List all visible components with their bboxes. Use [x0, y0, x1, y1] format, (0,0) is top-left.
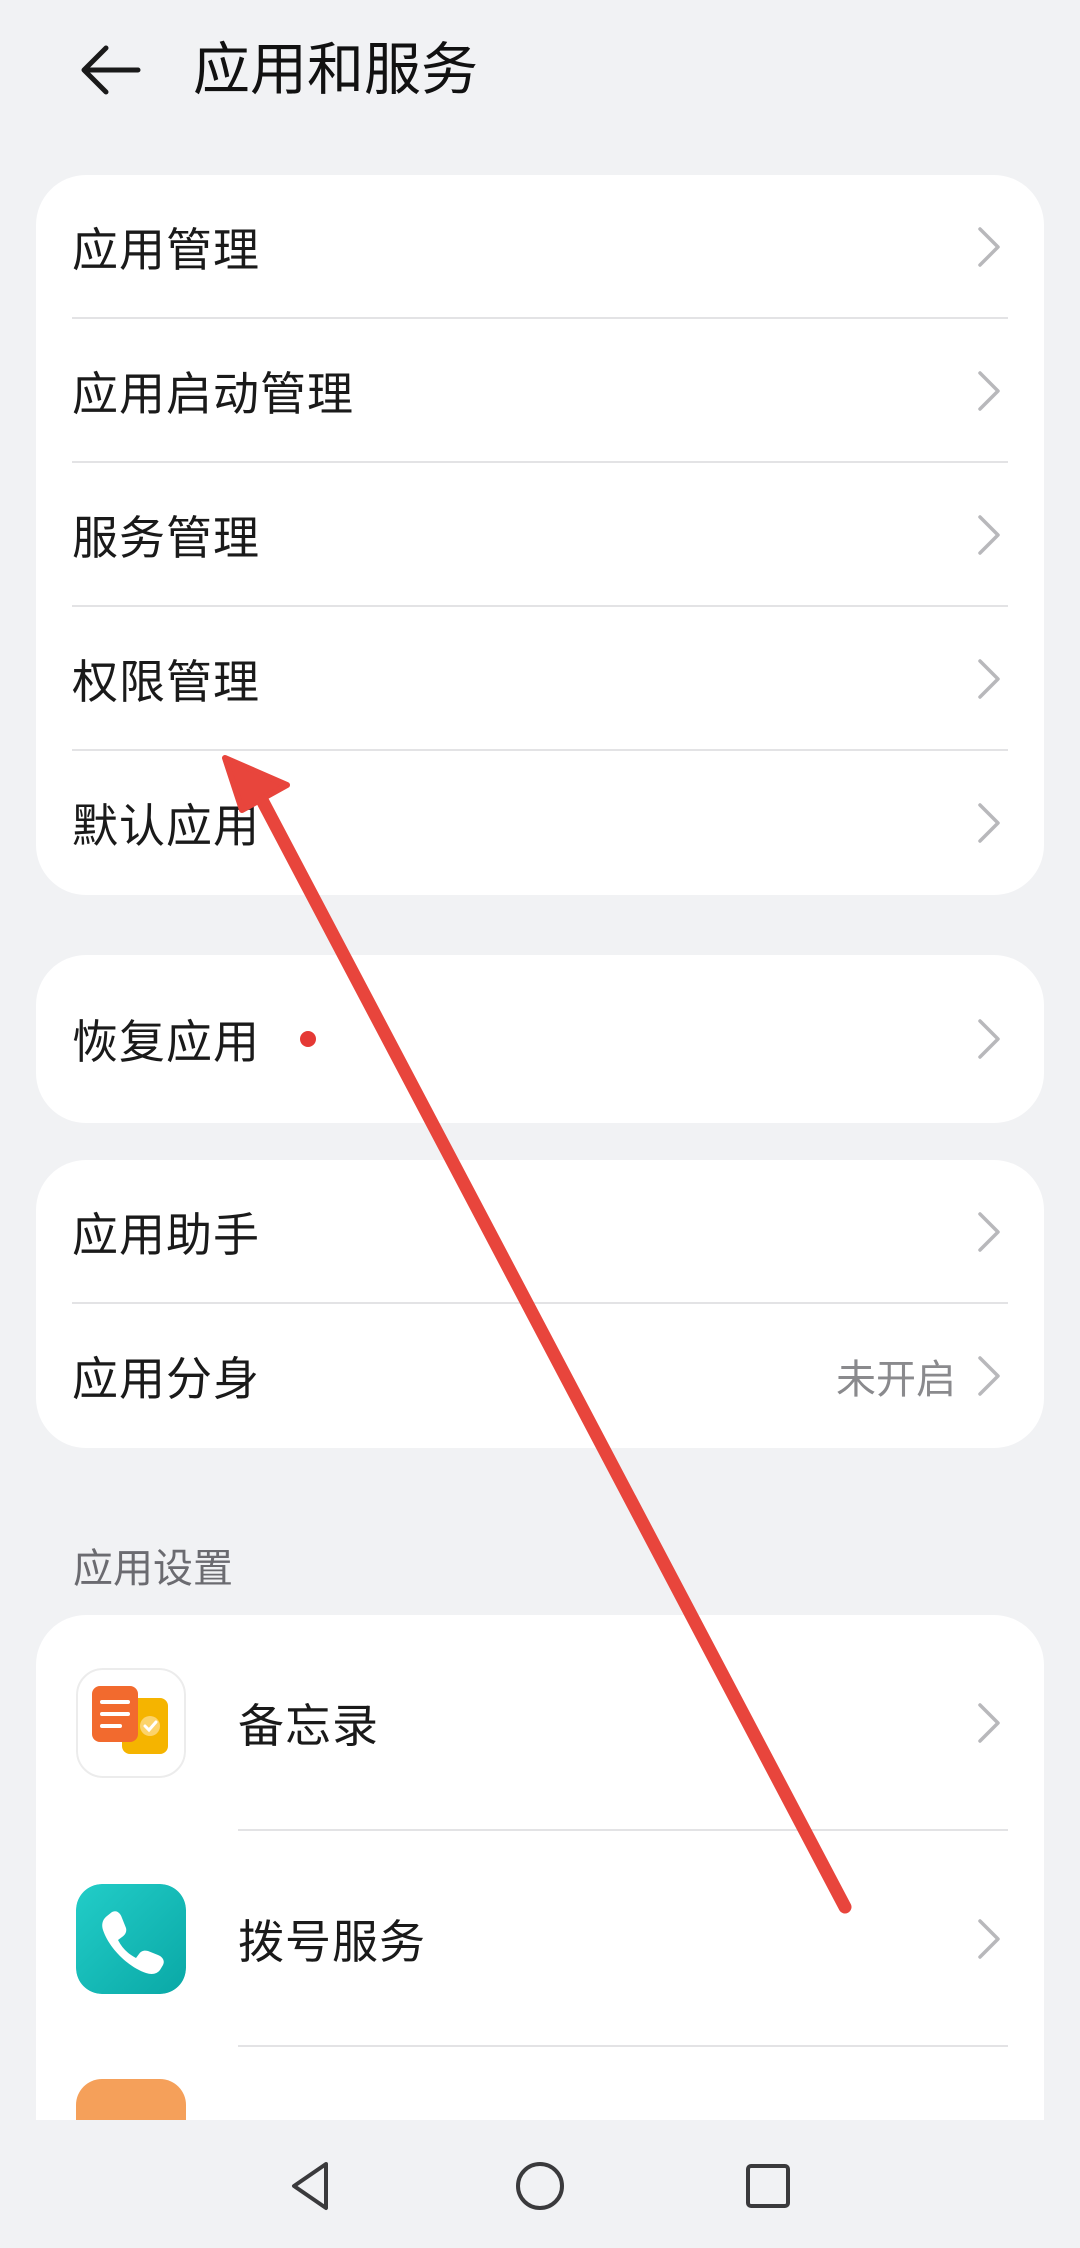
list-item-label: 权限管理: [72, 655, 260, 709]
phone-app-icon: [76, 1884, 186, 1994]
list-item-label: 恢复应用: [72, 1015, 260, 1069]
list-item-app-assistant[interactable]: 应用助手: [36, 1160, 1044, 1304]
nav-recents-icon[interactable]: [738, 2156, 798, 2216]
restore-apps-card: 恢复应用: [36, 955, 1044, 1123]
list-item-label: 拨号服务: [238, 1915, 426, 1969]
app-management-card: 应用管理 应用启动管理 服务管理 权限管理 默认应用: [36, 175, 1044, 895]
list-item-label: 默认应用: [72, 799, 260, 853]
app-assistant-card: 应用助手 应用分身 未开启: [36, 1160, 1044, 1448]
app-settings-card: 备忘录 拨号服务: [36, 1615, 1044, 2175]
memo-app-icon: [76, 1668, 186, 1778]
list-item-permission-management[interactable]: 权限管理: [36, 607, 1044, 751]
chevron-right-icon: [978, 659, 1000, 699]
list-item-app-management[interactable]: 应用管理: [36, 175, 1044, 319]
list-item-memo[interactable]: 备忘录: [36, 1615, 1044, 1831]
list-item-app-twin[interactable]: 应用分身 未开启: [36, 1304, 1044, 1448]
list-item-label: 应用分身: [72, 1352, 260, 1406]
list-item-app-launch[interactable]: 应用启动管理: [36, 319, 1044, 463]
status-value: 未开启: [836, 1357, 956, 1403]
app-bar: 应用和服务: [0, 0, 1080, 140]
list-item-label: 备忘录: [238, 1699, 379, 1753]
nav-home-icon[interactable]: [510, 2156, 570, 2216]
chevron-right-icon: [978, 1703, 1000, 1743]
nav-back-icon[interactable]: [282, 2156, 342, 2216]
page-title: 应用和服务: [193, 37, 478, 103]
section-title-app-settings: 应用设置: [73, 1546, 233, 1592]
chevron-right-icon: [978, 803, 1000, 843]
chevron-right-icon: [978, 1356, 1000, 1396]
list-item-dialer-service[interactable]: 拨号服务: [36, 1831, 1044, 2047]
chevron-right-icon: [978, 1212, 1000, 1252]
chevron-right-icon: [978, 1919, 1000, 1959]
arrow-left-icon: [81, 45, 141, 95]
system-navigation-bar: [0, 2120, 1080, 2248]
list-item-default-apps[interactable]: 默认应用: [36, 751, 1044, 895]
chevron-right-icon: [978, 227, 1000, 267]
list-item-service-management[interactable]: 服务管理: [36, 463, 1044, 607]
chevron-right-icon: [978, 1019, 1000, 1059]
back-button[interactable]: [60, 30, 160, 110]
notification-dot: [300, 1031, 316, 1047]
list-item-label: 应用启动管理: [72, 367, 354, 421]
list-item-label: 服务管理: [72, 511, 260, 565]
list-item-label: 应用管理: [72, 223, 260, 277]
list-item-label: 应用助手: [72, 1208, 260, 1262]
list-item-restore-apps[interactable]: 恢复应用: [36, 955, 1044, 1123]
chevron-right-icon: [978, 515, 1000, 555]
chevron-right-icon: [978, 371, 1000, 411]
